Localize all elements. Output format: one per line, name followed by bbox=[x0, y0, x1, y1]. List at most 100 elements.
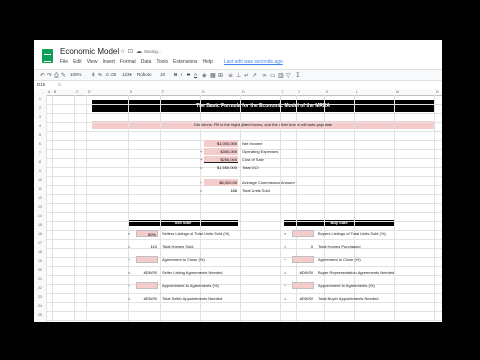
buy-side-value-4[interactable] bbox=[292, 282, 314, 289]
font-select[interactable]: Roboto bbox=[137, 72, 152, 77]
row-header-25[interactable]: 25 bbox=[34, 313, 46, 317]
redo-icon[interactable]: ↷ bbox=[47, 72, 52, 79]
zoom-select[interactable]: 100% bbox=[70, 72, 82, 77]
decimal-buttons[interactable]: .0 .00 bbox=[105, 72, 116, 77]
row-header-1[interactable]: 1 bbox=[34, 97, 46, 101]
column-header-j[interactable]: J bbox=[298, 90, 300, 94]
row-header-10[interactable]: 10 bbox=[34, 178, 46, 182]
column-header-l[interactable]: L bbox=[356, 90, 358, 94]
row-header-11[interactable]: 11 bbox=[34, 187, 46, 191]
row-header-15[interactable]: 15 bbox=[34, 223, 46, 227]
column-header-f[interactable]: F bbox=[162, 90, 164, 94]
italic-button[interactable]: I bbox=[181, 72, 182, 77]
menu-data[interactable]: Data bbox=[141, 59, 152, 65]
row-header-3[interactable]: 3 bbox=[34, 115, 46, 119]
row-header-24[interactable]: 24 bbox=[34, 304, 46, 308]
borders-icon[interactable]: ▦ bbox=[210, 72, 216, 79]
row-header-4[interactable]: 4 bbox=[34, 124, 46, 128]
sell-side-value-2[interactable] bbox=[136, 256, 158, 263]
row-header-18[interactable]: 18 bbox=[34, 250, 46, 254]
row-header-20[interactable]: 20 bbox=[34, 268, 46, 272]
gridline-h bbox=[46, 194, 442, 195]
column-header-g[interactable]: G bbox=[202, 90, 205, 94]
chart-icon[interactable]: ▥ bbox=[278, 72, 284, 79]
row-header-22[interactable]: 22 bbox=[34, 286, 46, 290]
menu-view[interactable]: View bbox=[87, 59, 98, 65]
row-header-6[interactable]: 6 bbox=[34, 142, 46, 146]
link-icon[interactable]: ∞ bbox=[262, 72, 267, 79]
last-edit-link[interactable]: Last edit was seconds ago bbox=[224, 59, 283, 65]
row-header-8[interactable]: 8 bbox=[34, 160, 46, 164]
column-header-h[interactable]: H bbox=[242, 90, 245, 94]
row-header-13[interactable]: 13 bbox=[34, 205, 46, 209]
row-header-5[interactable]: 5 bbox=[34, 133, 46, 137]
valign-icon[interactable]: ⊥ bbox=[236, 72, 241, 79]
sell-side-value-1: 110 bbox=[150, 244, 157, 249]
menu-insert[interactable]: Insert bbox=[102, 59, 115, 65]
column-header-n[interactable]: N bbox=[436, 90, 439, 94]
align-icon[interactable]: ≡ bbox=[228, 72, 233, 79]
sell-side-value-5: #DIV/0! bbox=[143, 296, 157, 301]
column-header-i[interactable]: I bbox=[282, 90, 283, 94]
value-cell-0[interactable]: $1,000,000 bbox=[204, 140, 238, 147]
percent-button[interactable]: % bbox=[98, 72, 102, 77]
comment-icon[interactable]: ▭ bbox=[270, 72, 276, 79]
row-header-21[interactable]: 21 bbox=[34, 277, 46, 281]
row-header-19[interactable]: 19 bbox=[34, 259, 46, 263]
sell-side-label-3: Seller Listing Agreements Needed bbox=[162, 270, 223, 275]
undo-icon[interactable]: ↶ bbox=[40, 72, 45, 79]
menu-file[interactable]: File bbox=[60, 59, 68, 65]
text-color-button[interactable]: A bbox=[194, 72, 197, 77]
sheets-logo-icon[interactable] bbox=[42, 49, 53, 63]
currency-button[interactable]: $ bbox=[92, 72, 95, 77]
filter-icon[interactable]: ▽ bbox=[286, 72, 291, 79]
column-header-m[interactable]: M bbox=[396, 90, 399, 94]
value-cell-4[interactable]: $8,000.00 bbox=[204, 179, 238, 186]
print-icon[interactable]: ⎙ bbox=[54, 72, 59, 79]
menu-bar: File Edit View Insert Format Data Tools Extensi… bbox=[60, 59, 288, 65]
menu-tools[interactable]: Tools bbox=[156, 59, 168, 65]
star-icon[interactable]: ☆ bbox=[120, 48, 125, 55]
row-header-12[interactable]: 12 bbox=[34, 196, 46, 200]
functions-icon[interactable]: Σ bbox=[296, 72, 300, 79]
row-header-7[interactable]: 7 bbox=[34, 151, 46, 155]
buy-side-value-0[interactable] bbox=[292, 230, 314, 237]
row-header-2[interactable]: 2 bbox=[34, 106, 46, 110]
number-format-select[interactable]: 123▾ bbox=[122, 72, 132, 78]
row-header-9[interactable]: 9 bbox=[34, 169, 46, 173]
row-header-14[interactable]: 14 bbox=[34, 214, 46, 218]
doc-title[interactable]: Economic Model bbox=[60, 47, 119, 56]
value-cell-2[interactable]: $250,000 bbox=[204, 156, 238, 163]
column-header-b[interactable]: B bbox=[54, 90, 56, 94]
sell-side-value-0[interactable]: 50% bbox=[136, 230, 158, 237]
row-header-17[interactable]: 17 bbox=[34, 241, 46, 245]
bold-button[interactable]: B bbox=[174, 72, 177, 77]
menu-edit[interactable]: Edit bbox=[73, 59, 82, 65]
rotate-icon[interactable]: ↗ bbox=[252, 72, 257, 79]
merge-cells-icon[interactable]: ⊞ bbox=[218, 72, 223, 79]
font-size-select[interactable]: 10 bbox=[160, 72, 165, 77]
value-cell-1[interactable]: $300,000 bbox=[204, 148, 238, 155]
wrap-icon[interactable]: ↵ bbox=[244, 72, 249, 79]
menu-help[interactable]: Help bbox=[203, 59, 213, 65]
row-header-23[interactable]: 23 bbox=[34, 295, 46, 299]
column-header-e[interactable]: E bbox=[130, 90, 132, 94]
sell-side-label-1: Total Homes Sold bbox=[162, 244, 194, 249]
column-header-k[interactable]: K bbox=[326, 90, 328, 94]
column-header-d[interactable]: D bbox=[88, 90, 91, 94]
strikethrough-button[interactable]: S bbox=[187, 72, 190, 77]
row-header-16[interactable]: 16 bbox=[34, 232, 46, 236]
move-folder-icon[interactable]: ⊡ bbox=[128, 48, 133, 55]
buy-side-value-2[interactable] bbox=[292, 256, 314, 263]
column-header-a[interactable]: A bbox=[48, 90, 50, 94]
menu-format[interactable]: Format bbox=[120, 59, 136, 65]
fill-color-icon[interactable]: ◈ bbox=[202, 72, 207, 79]
menu-extensions[interactable]: Extensions bbox=[173, 59, 197, 65]
gridline-v bbox=[86, 95, 87, 322]
sell-side-value-4[interactable] bbox=[136, 282, 158, 289]
name-box[interactable]: D15 bbox=[37, 82, 45, 87]
paint-format-icon[interactable]: ✎ bbox=[61, 72, 66, 79]
label-cell-2: Cost of Sale bbox=[242, 157, 264, 162]
gridline-h bbox=[46, 212, 442, 213]
column-header-c[interactable]: C bbox=[76, 90, 79, 94]
